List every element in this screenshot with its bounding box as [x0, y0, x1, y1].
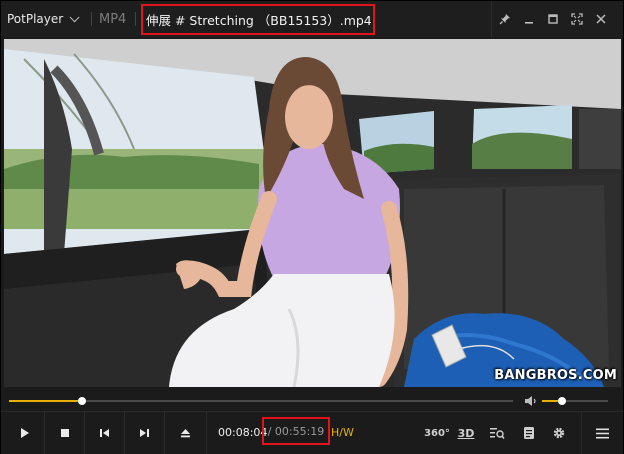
next-icon — [140, 429, 149, 437]
play-button[interactable] — [5, 412, 45, 454]
filename-title: 伸展 # Stretching （BB15153）.mp4 — [146, 13, 372, 28]
divider — [91, 12, 92, 26]
eject-button[interactable] — [165, 412, 207, 454]
document-icon — [524, 427, 534, 439]
video-frame[interactable]: BANGBROS.COM — [4, 39, 621, 387]
control-bar: 00:08:04 / 00:55:19 H/W 360° 3D — [1, 411, 623, 454]
next-button[interactable] — [125, 412, 165, 454]
chapter-button[interactable] — [519, 422, 539, 444]
settings-button[interactable] — [549, 422, 569, 444]
app-menu-button[interactable]: PotPlayer — [7, 3, 91, 35]
main-menu-button[interactable] — [592, 422, 612, 444]
title-bar: PotPlayer MP4 伸展 # Stretching （BB15153）.… — [1, 1, 623, 37]
window-controls — [493, 1, 623, 37]
seek-progress — [9, 400, 83, 402]
minimize-button[interactable] — [517, 1, 541, 37]
total-time: / 00:55:19 — [267, 424, 325, 438]
potplayer-window: PotPlayer MP4 伸展 # Stretching （BB15153）.… — [0, 0, 624, 454]
stereo3d-button[interactable]: 3D — [456, 422, 476, 444]
stop-icon — [60, 429, 69, 437]
video-watermark: BANGBROS.COM — [494, 368, 617, 383]
pin-icon — [499, 14, 510, 25]
stereo3d-icon: 3D — [457, 426, 475, 440]
volume-icon[interactable] — [524, 395, 538, 407]
fullscreen-button[interactable] — [565, 1, 589, 37]
play-icon — [20, 428, 29, 438]
fullscreen-icon — [571, 13, 583, 25]
seek-bar[interactable] — [9, 397, 513, 405]
eject-icon — [181, 429, 190, 438]
video-scene — [4, 39, 621, 387]
volume-handle[interactable] — [557, 397, 566, 405]
vr360-icon: 360° — [424, 427, 450, 439]
format-label: MP4 — [99, 11, 127, 27]
playlist-search-button[interactable] — [487, 422, 507, 444]
minimize-icon — [525, 22, 533, 24]
pin-button[interactable] — [493, 1, 517, 37]
app-name: PotPlayer — [7, 12, 64, 26]
filename-highlight: 伸展 # Stretching （BB15153）.mp4 — [141, 4, 375, 35]
close-icon — [596, 14, 606, 24]
gear-icon — [553, 427, 565, 439]
total-time-highlight: / 00:55:19 — [262, 417, 330, 445]
hamburger-menu-icon — [595, 428, 609, 438]
seek-handle[interactable] — [78, 397, 87, 405]
decoder-badge[interactable]: H/W — [331, 426, 354, 439]
playlist-search-icon — [490, 428, 505, 439]
divider — [135, 12, 136, 26]
close-button[interactable] — [589, 1, 613, 37]
restore-button[interactable] — [541, 1, 565, 37]
chevron-down-icon — [69, 11, 80, 22]
divider — [581, 412, 582, 454]
restore-icon — [548, 14, 558, 24]
stop-button[interactable] — [45, 412, 85, 454]
previous-icon — [100, 429, 109, 437]
seek-row — [1, 390, 623, 410]
previous-button[interactable] — [85, 412, 125, 454]
divider — [491, 1, 492, 37]
current-time: 00:08:04 — [218, 426, 268, 439]
volume-slider[interactable] — [542, 397, 608, 405]
vr360-button[interactable]: 360° — [424, 422, 450, 444]
